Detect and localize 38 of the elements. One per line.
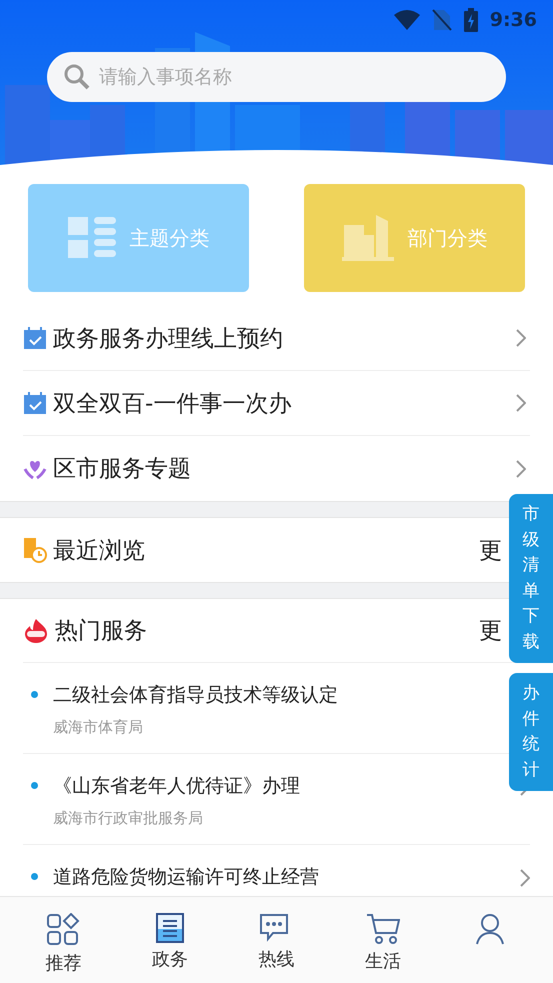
person-icon	[474, 913, 506, 945]
history-icon	[23, 537, 47, 563]
more-link[interactable]: 更	[479, 534, 502, 566]
chevron-icon	[516, 394, 526, 412]
calendar-check-icon	[23, 391, 47, 415]
section-title: 最近浏览	[53, 536, 146, 566]
calendar-check-icon	[23, 326, 47, 350]
hot-flame-icon	[23, 618, 49, 644]
status-time: 9:36	[490, 9, 537, 31]
bullet-icon	[31, 782, 38, 789]
document-icon	[156, 913, 184, 943]
no-sim-icon	[432, 9, 452, 31]
battery-charging-icon	[464, 8, 478, 32]
buildings-icon	[342, 215, 394, 261]
bullet-icon	[31, 873, 38, 880]
chevron-icon	[516, 460, 526, 478]
menu-item[interactable]: 双全双百-一件事一次办	[23, 371, 530, 436]
search-icon	[63, 63, 91, 91]
service-department: 威海市体育局	[53, 718, 143, 737]
more-link[interactable]: 更	[479, 615, 502, 646]
section-title: 热门服务	[55, 617, 148, 646]
nav-tab[interactable]: 生活	[343, 897, 424, 983]
grid-icon	[46, 913, 80, 947]
nav-tab[interactable]: 政务	[130, 897, 210, 983]
list-grid-icon	[68, 217, 116, 259]
search-input[interactable]: 请输入事项名称	[97, 65, 457, 89]
search-bar[interactable]: 请输入事项名称	[47, 52, 506, 102]
shopping-cart-icon	[366, 913, 400, 945]
chevron-icon	[516, 329, 526, 347]
service-title: 《山东省老年人优待证》办理	[53, 774, 300, 799]
service-department: 威海市行政审批服务局	[53, 809, 203, 828]
bullet-icon	[31, 691, 38, 698]
nav-tab[interactable]: 热线	[236, 897, 316, 983]
nav-tab[interactable]: 推荐	[23, 897, 104, 983]
wifi-icon	[394, 10, 420, 30]
service-title: 二级社会体育指导员技术等级认定	[53, 683, 338, 708]
service-title: 道路危险货物运输许可终止经营	[53, 865, 319, 890]
menu-item[interactable]: 政务服务办理线上预约	[23, 306, 530, 371]
